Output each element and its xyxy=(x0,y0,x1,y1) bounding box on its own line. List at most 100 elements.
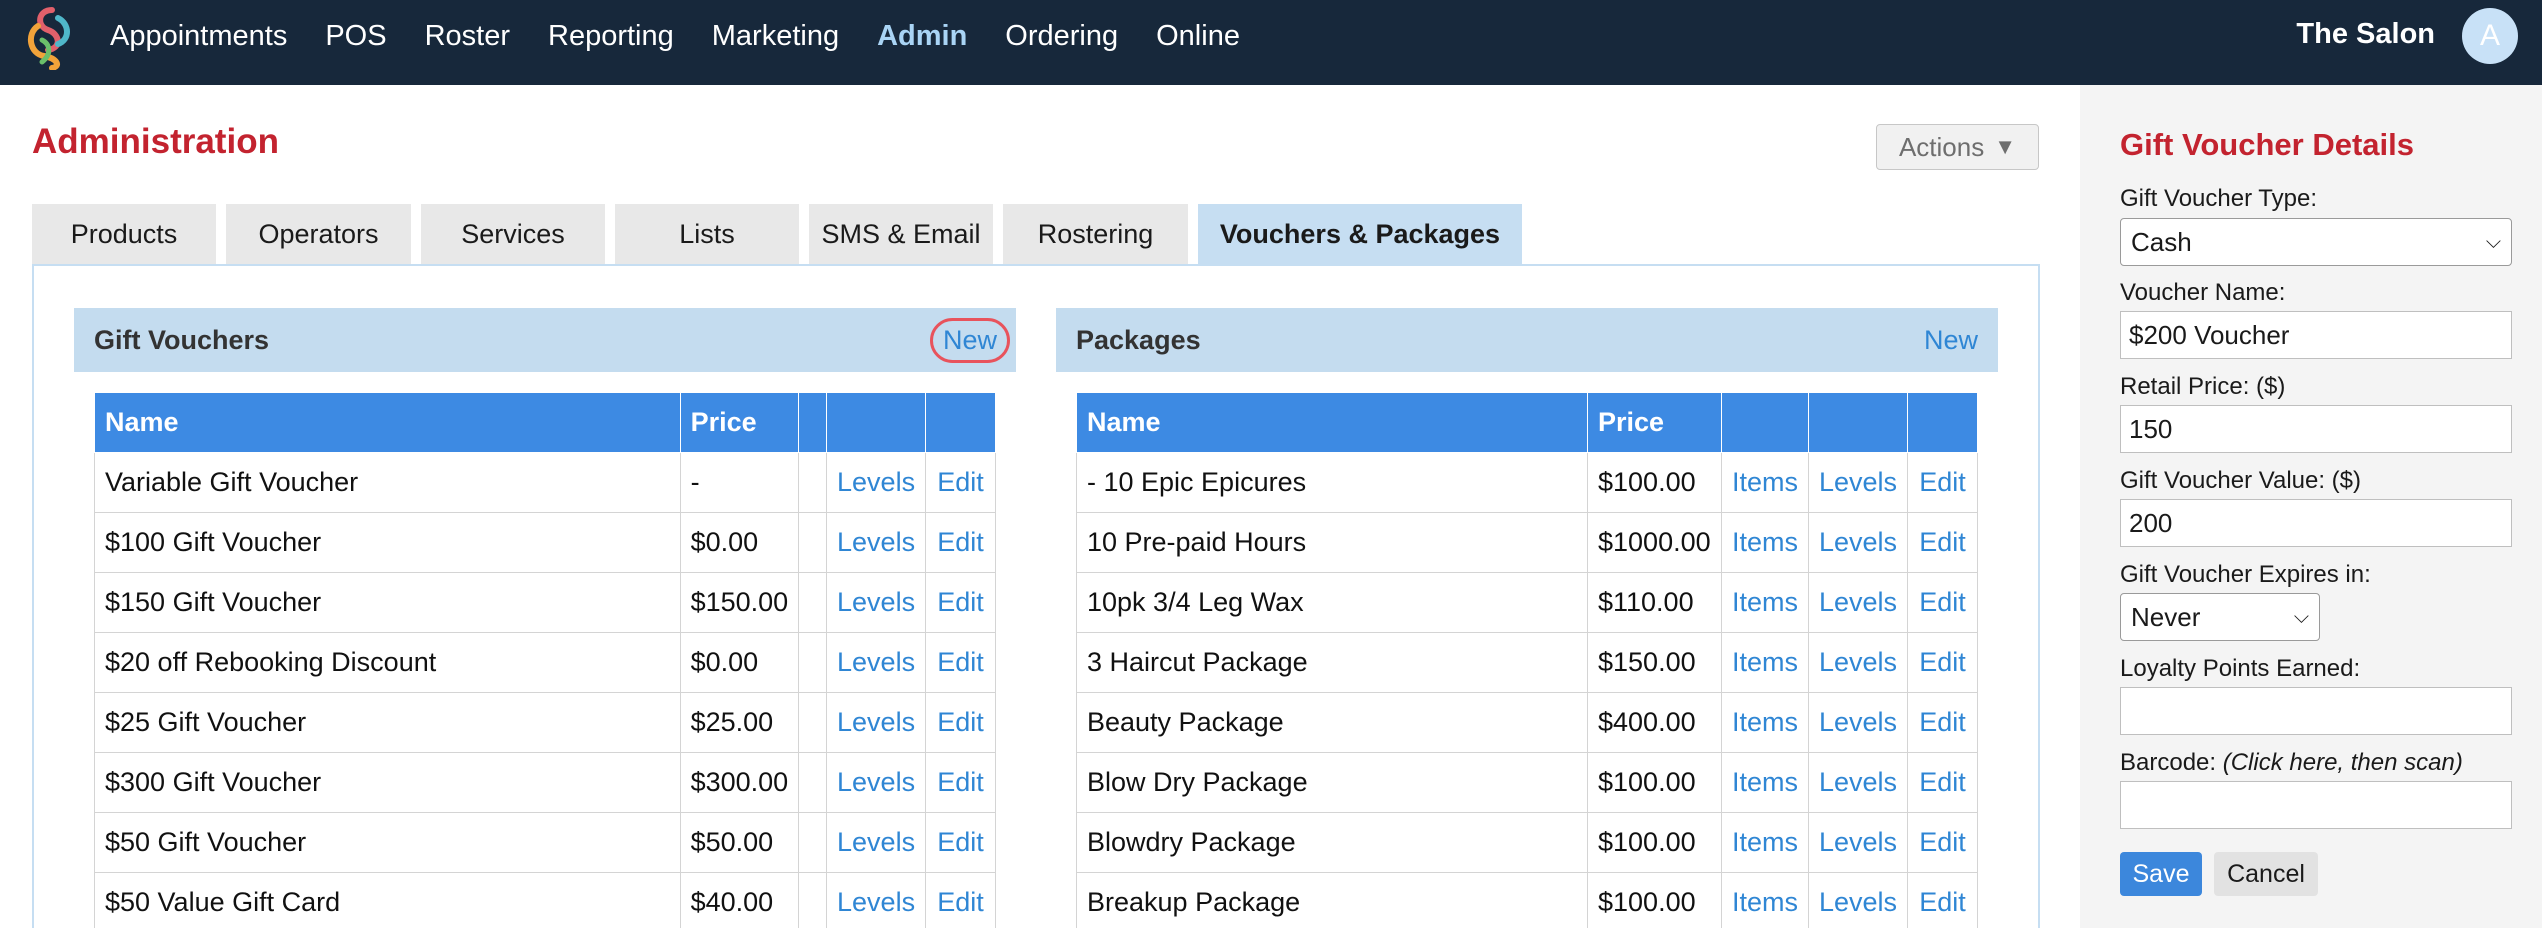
levels-link[interactable]: Levels xyxy=(1807,872,1909,928)
levels-link[interactable]: Levels xyxy=(1807,692,1909,753)
barcode-hint: (Click here, then scan) xyxy=(2222,749,2463,776)
package-price-cell: $100.00 xyxy=(1587,752,1722,813)
nav-pos[interactable]: POS xyxy=(325,20,386,53)
voucher-name-cell: $300 Gift Voucher xyxy=(94,752,681,813)
tab-sms-email[interactable]: SMS & Email xyxy=(809,204,993,264)
nav-online[interactable]: Online xyxy=(1156,20,1240,53)
column-header-items xyxy=(1720,392,1810,453)
voucher-name-cell: $150 Gift Voucher xyxy=(94,572,681,633)
save-button[interactable]: Save xyxy=(2120,852,2202,896)
nav-ordering[interactable]: Ordering xyxy=(1005,20,1118,53)
items-link[interactable]: Items xyxy=(1720,572,1810,633)
edit-link[interactable]: Edit xyxy=(1907,872,1978,928)
voucher-name-input[interactable]: $200 Voucher xyxy=(2120,311,2512,359)
package-name-cell: - 10 Epic Epicures xyxy=(1076,452,1588,513)
levels-link[interactable]: Levels xyxy=(826,572,927,633)
levels-link[interactable]: Levels xyxy=(826,512,927,573)
levels-link[interactable]: Levels xyxy=(826,752,927,813)
table-row: $100 Gift Voucher $0.00 Levels Edit xyxy=(94,512,996,573)
edit-link[interactable]: Edit xyxy=(925,572,996,633)
edit-link[interactable]: Edit xyxy=(925,752,996,813)
voucher-name-cell: Variable Gift Voucher xyxy=(94,452,681,513)
table-row: 3 Haircut Package $150.00 Items Levels Edit xyxy=(1076,632,1978,693)
tab-vouchers-packages[interactable]: Vouchers & Packages xyxy=(1198,204,1522,264)
levels-link[interactable]: Levels xyxy=(1807,572,1909,633)
items-link[interactable]: Items xyxy=(1720,752,1810,813)
expires-value: Never xyxy=(2131,601,2201,632)
new-package-link[interactable]: New xyxy=(1924,325,1978,356)
column-header-edit xyxy=(1907,392,1978,453)
blank-cell xyxy=(798,812,828,873)
edit-link[interactable]: Edit xyxy=(1907,632,1978,693)
items-link[interactable]: Items xyxy=(1720,452,1810,513)
edit-link[interactable]: Edit xyxy=(925,812,996,873)
package-price-cell: $400.00 xyxy=(1587,692,1722,753)
tab-services[interactable]: Services xyxy=(421,204,605,264)
edit-link[interactable]: Edit xyxy=(1907,752,1978,813)
edit-link[interactable]: Edit xyxy=(925,512,996,573)
voucher-type-select[interactable]: Cash ⌵ xyxy=(2120,218,2512,266)
edit-link[interactable]: Edit xyxy=(1907,512,1978,573)
levels-link[interactable]: Levels xyxy=(1807,752,1909,813)
voucher-price-cell: - xyxy=(679,452,800,513)
table-row: $20 off Rebooking Discount $0.00 Levels Edi… xyxy=(94,632,996,693)
levels-link[interactable]: Levels xyxy=(826,812,927,873)
edit-link[interactable]: Edit xyxy=(925,872,996,928)
edit-link[interactable]: Edit xyxy=(925,692,996,753)
levels-link[interactable]: Levels xyxy=(826,452,927,513)
package-name-cell: Breakup Package xyxy=(1076,872,1588,928)
voucher-name-cell: $50 Gift Voucher xyxy=(94,812,681,873)
loyalty-points-input[interactable] xyxy=(2120,687,2512,735)
edit-link[interactable]: Edit xyxy=(1907,572,1978,633)
loyalty-points-label: Loyalty Points Earned: xyxy=(2120,655,2361,682)
expires-label: Gift Voucher Expires in: xyxy=(2120,561,2371,588)
table-row: Blowdry Package $100.00 Items Levels Edit xyxy=(1076,812,1978,873)
package-name-cell: Beauty Package xyxy=(1076,692,1588,753)
edit-link[interactable]: Edit xyxy=(1907,692,1978,753)
voucher-name-cell: $20 off Rebooking Discount xyxy=(94,632,681,693)
edit-link[interactable]: Edit xyxy=(925,452,996,513)
voucher-price-cell: $300.00 xyxy=(679,752,800,813)
levels-link[interactable]: Levels xyxy=(826,632,927,693)
tab-rostering[interactable]: Rostering xyxy=(1003,204,1188,264)
voucher-type-label: Gift Voucher Type: xyxy=(2120,185,2318,212)
edit-link[interactable]: Edit xyxy=(1907,812,1978,873)
edit-link[interactable]: Edit xyxy=(1907,452,1978,513)
nav-reporting[interactable]: Reporting xyxy=(548,20,674,53)
cancel-button[interactable]: Cancel xyxy=(2214,852,2318,896)
levels-link[interactable]: Levels xyxy=(826,872,927,928)
tab-products[interactable]: Products xyxy=(32,204,216,264)
levels-link[interactable]: Levels xyxy=(1807,452,1909,513)
items-link[interactable]: Items xyxy=(1720,872,1810,928)
barcode-input[interactable] xyxy=(2120,781,2512,829)
edit-link[interactable]: Edit xyxy=(925,632,996,693)
nav-appointments[interactable]: Appointments xyxy=(110,20,287,53)
items-link[interactable]: Items xyxy=(1720,812,1810,873)
items-link[interactable]: Items xyxy=(1720,512,1810,573)
salon-name[interactable]: The Salon xyxy=(2296,18,2435,51)
items-link[interactable]: Items xyxy=(1720,632,1810,693)
table-row: 10pk 3/4 Leg Wax $110.00 Items Levels Edit xyxy=(1076,572,1978,633)
retail-price-input[interactable]: 150 xyxy=(2120,405,2512,453)
nav-roster[interactable]: Roster xyxy=(425,20,510,53)
new-gift-voucher-link[interactable]: New xyxy=(929,317,1010,363)
package-price-cell: $100.00 xyxy=(1587,452,1722,513)
nav-marketing[interactable]: Marketing xyxy=(712,20,839,53)
caret-down-icon: ▼ xyxy=(1994,134,2017,159)
actions-button[interactable]: Actions ▼ xyxy=(1876,124,2039,170)
voucher-value-input[interactable]: 200 xyxy=(2120,499,2512,547)
packages-title: Packages xyxy=(1076,324,1201,355)
expires-select[interactable]: Never ⌵ xyxy=(2120,593,2320,641)
app-logo-icon[interactable] xyxy=(22,4,78,70)
user-avatar[interactable]: A xyxy=(2462,8,2518,64)
nav-admin[interactable]: Admin xyxy=(877,20,967,53)
items-link[interactable]: Items xyxy=(1720,692,1810,753)
tab-lists[interactable]: Lists xyxy=(615,204,799,264)
levels-link[interactable]: Levels xyxy=(1807,632,1909,693)
levels-link[interactable]: Levels xyxy=(1807,812,1909,873)
barcode-label: Barcode: (Click here, then scan) xyxy=(2120,749,2463,777)
levels-link[interactable]: Levels xyxy=(1807,512,1909,573)
blank-cell xyxy=(798,752,828,813)
tab-operators[interactable]: Operators xyxy=(226,204,411,264)
levels-link[interactable]: Levels xyxy=(826,692,927,753)
